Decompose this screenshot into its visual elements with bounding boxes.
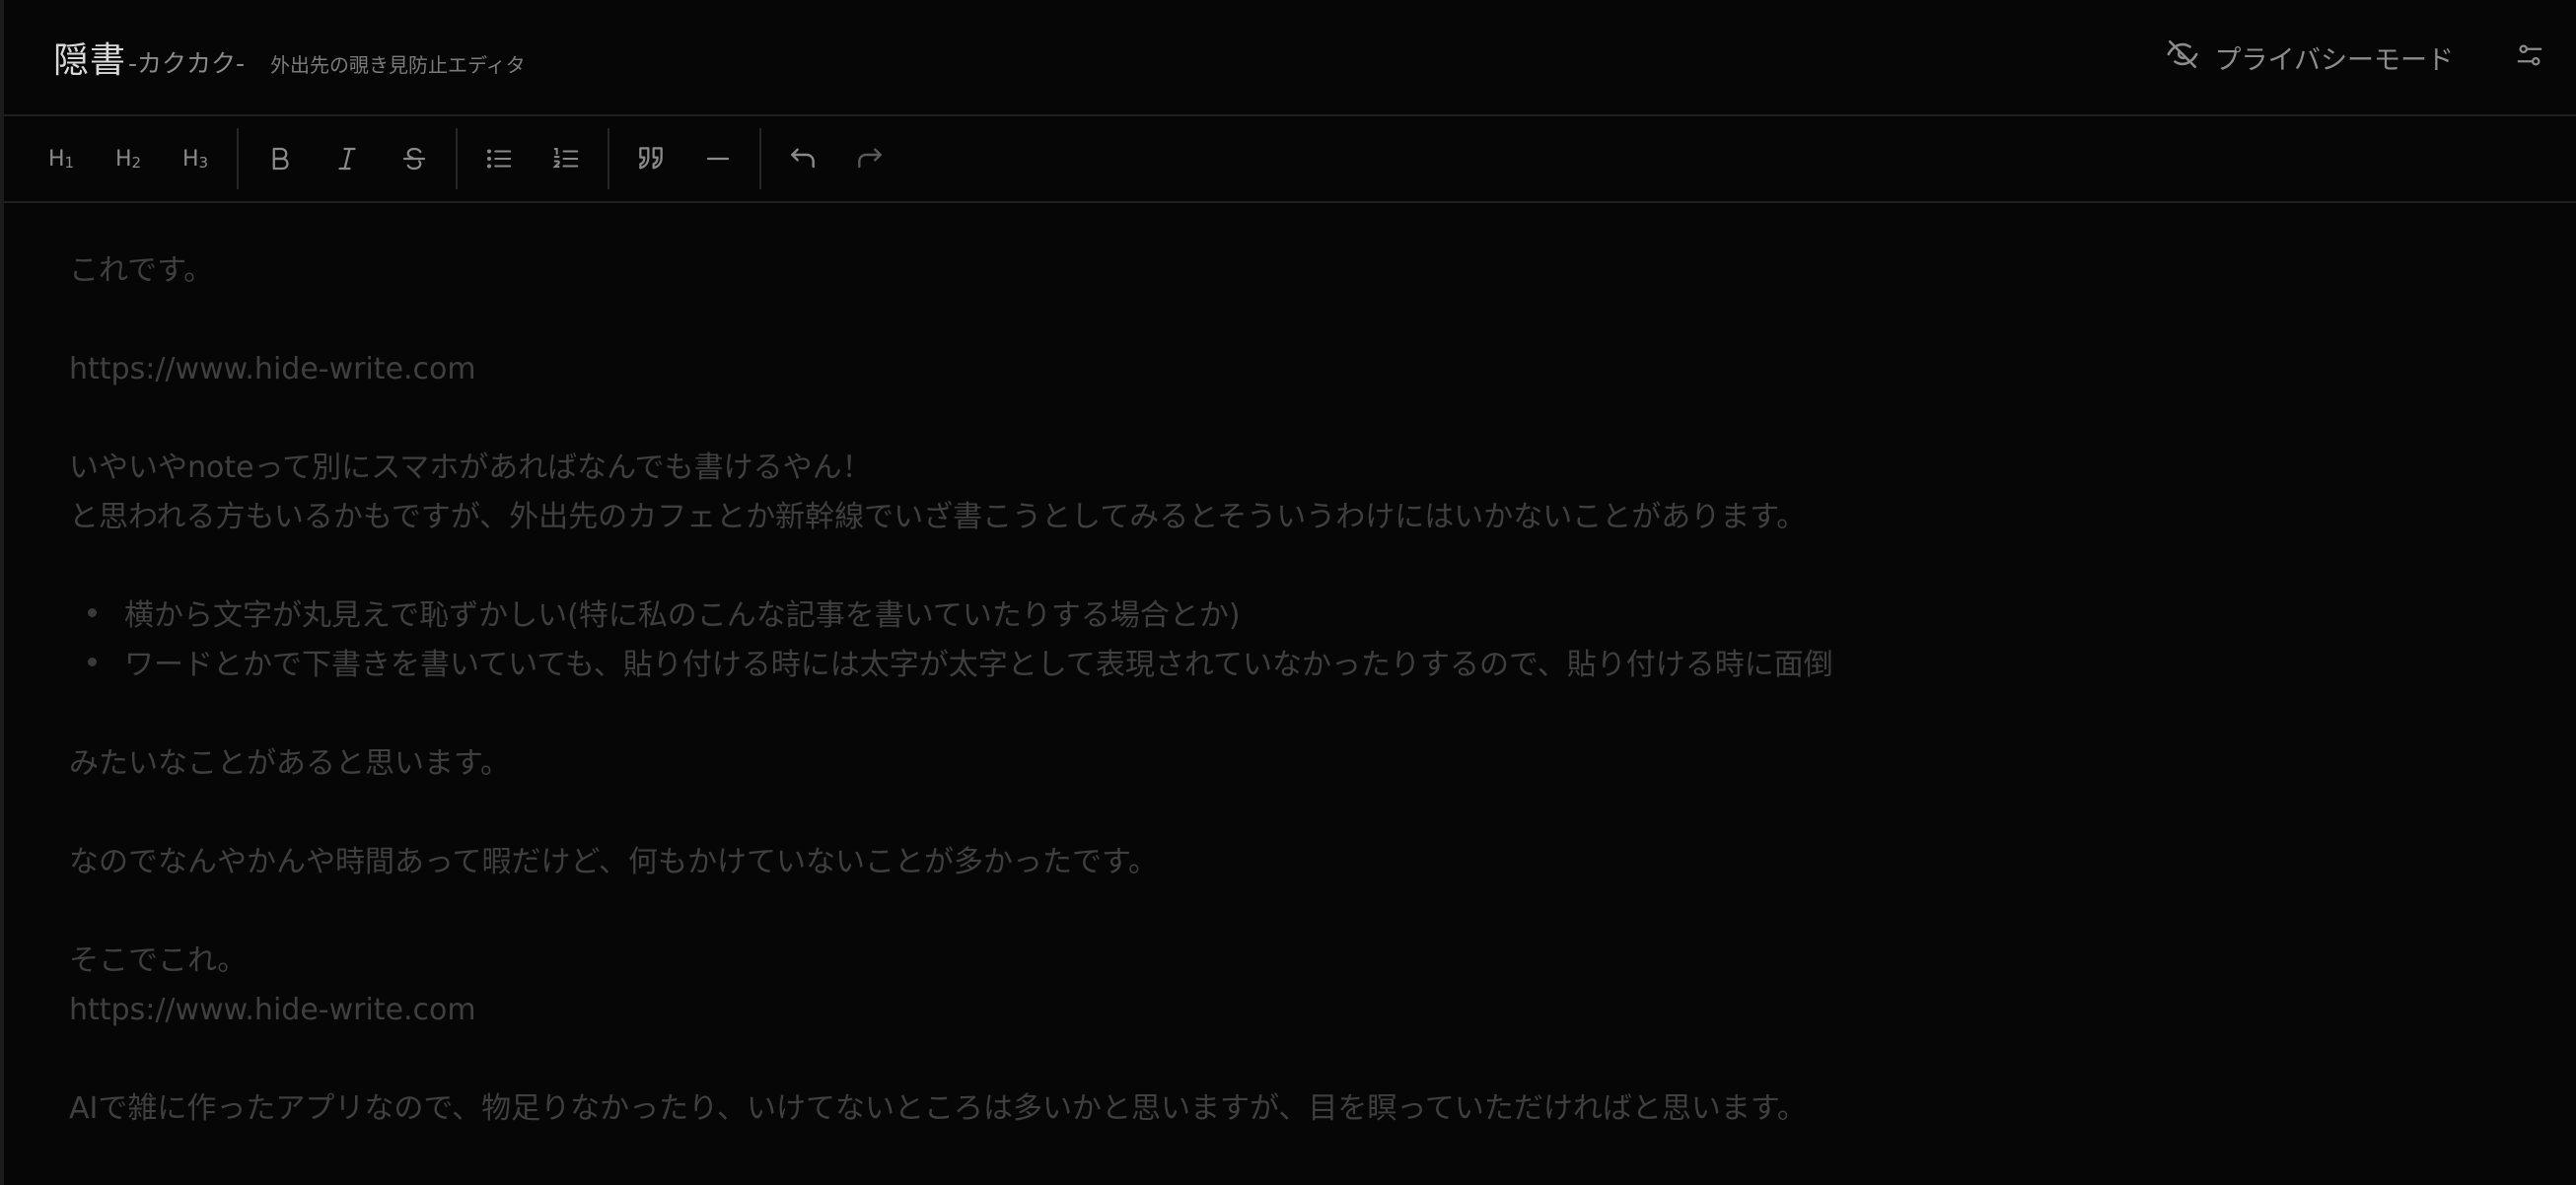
link-text[interactable]: https://www.hide-write.com [69, 345, 2576, 394]
app-title: 隠書 [53, 40, 127, 81]
bullet-list-button[interactable] [465, 125, 533, 192]
link-text[interactable]: https://www.hide-write.com [69, 986, 2576, 1035]
toolbar-divider [608, 128, 609, 189]
numbered-list-icon [552, 148, 579, 169]
horizontal-rule-icon [706, 157, 730, 161]
privacy-mode-label: プライバシーモード [2214, 44, 2454, 76]
settings-button[interactable] [2515, 40, 2544, 74]
toolbar-divider [759, 128, 761, 189]
horizontal-rule-button[interactable] [684, 125, 751, 192]
undo-button[interactable] [769, 125, 836, 192]
toolbar-divider [456, 128, 458, 189]
paragraph: なのでなんやかんや時間あって暇だけど、何もかけていないことが多かったです。 [69, 845, 1158, 879]
app-window: 隠書 -カクカク- 外出先の覗き見防止エディタ プライバシーモード H1 H2 … [0, 0, 2576, 1185]
paragraph: みたいなことがあると思います。 [69, 746, 510, 781]
paragraph: これです。 [69, 253, 214, 288]
heading-3-button[interactable]: H3 [162, 125, 229, 192]
header: 隠書 -カクカク- 外出先の覗き見防止エディタ プライバシーモード [4, 0, 2576, 116]
italic-icon [338, 147, 356, 171]
italic-button[interactable] [314, 125, 381, 192]
brand: 隠書 -カクカク- 外出先の覗き見防止エディタ [53, 32, 526, 83]
toolbar-divider [237, 128, 239, 189]
paragraph: そこでこれ。 [69, 943, 248, 978]
privacy-mode-button[interactable]: プライバシーモード [2166, 37, 2454, 78]
app-subtitle: -カクカク- [128, 49, 246, 78]
eye-off-icon [2166, 37, 2215, 78]
format-toolbar: H1 H2 H3 [4, 116, 2576, 203]
editor-content[interactable]: これです。 https://www.hide-write.com いやいやnot… [4, 205, 2576, 1134]
redo-button[interactable] [836, 125, 903, 192]
heading-3-icon: H3 [181, 146, 209, 172]
sliders-icon [2515, 40, 2544, 74]
heading-1-icon: H1 [47, 146, 75, 172]
paragraph: いやいやnoteって別にスマホがあればなんでも書けるやん！ [69, 451, 872, 485]
strikethrough-button[interactable] [381, 125, 448, 192]
app-tagline: 外出先の覗き見防止エディタ [270, 53, 526, 77]
bold-icon [272, 147, 289, 171]
numbered-list-button[interactable] [533, 125, 600, 192]
paragraph: AIで雑に作ったアプリなので、物足りなかったり、いけてないところは多いかと思いま… [69, 1091, 1807, 1126]
bullet-list-icon [487, 149, 512, 169]
paragraph: と思われる方もいるかもですが、外出先のカフェとか新幹線でいざ書こうとしてみるとそ… [69, 500, 1807, 534]
list-item: 横から文字が丸見えで恥ずかしい(特に私のこんな記事を書いていたりする場合とか) [88, 592, 2576, 641]
header-actions: プライバシーモード [2166, 37, 2544, 78]
heading-2-button[interactable]: H2 [95, 125, 162, 192]
blockquote-button[interactable] [617, 125, 684, 192]
redo-icon [858, 148, 882, 169]
strikethrough-icon [402, 147, 426, 171]
bold-button[interactable] [247, 125, 314, 192]
heading-2-icon: H2 [114, 146, 142, 172]
quote-icon [639, 147, 663, 170]
list-item: ワードとかで下書きを書いていても、貼り付ける時には太字が太字として表現されていな… [88, 641, 2576, 690]
undo-icon [791, 148, 815, 169]
bullet-list: 横から文字が丸見えで恥ずかしい(特に私のこんな記事を書いていたりする場合とか) … [69, 592, 2576, 690]
heading-1-button[interactable]: H1 [28, 125, 95, 192]
